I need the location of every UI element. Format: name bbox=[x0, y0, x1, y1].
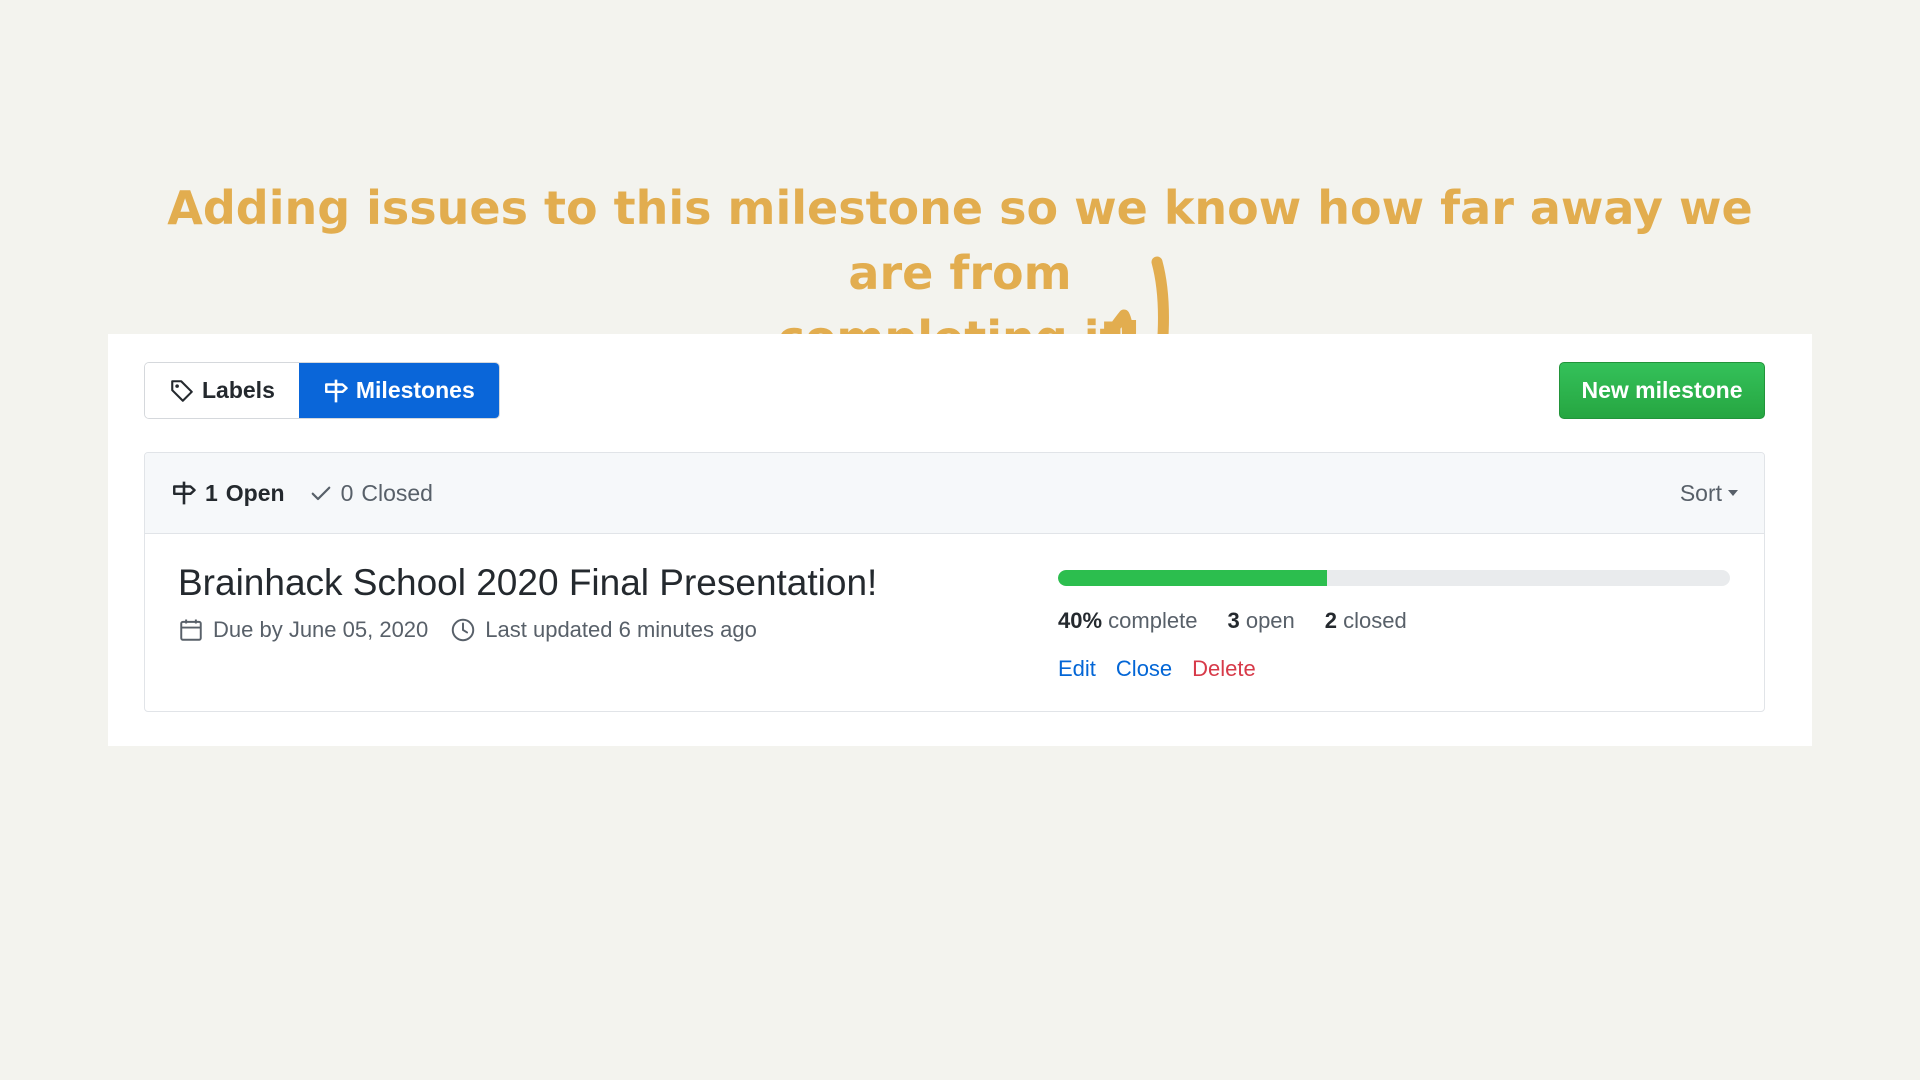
edit-link[interactable]: Edit bbox=[1058, 656, 1096, 682]
closed-issues: 2 closed bbox=[1325, 608, 1407, 634]
closed-label: Closed bbox=[361, 479, 433, 506]
closed-issues-label: closed bbox=[1343, 608, 1407, 633]
labels-milestones-tabs: Labels Milestones bbox=[144, 362, 500, 419]
clock-icon bbox=[452, 618, 475, 642]
tag-icon bbox=[171, 379, 193, 402]
new-milestone-button[interactable]: New milestone bbox=[1559, 362, 1765, 419]
milestones-list: 1 Open 0 Closed Sort Brainhack School 20… bbox=[144, 452, 1765, 712]
last-updated: Last updated 6 minutes ago bbox=[450, 617, 757, 643]
due-date-text: Due by June 05, 2020 bbox=[213, 617, 429, 642]
caret-down-icon bbox=[1728, 490, 1738, 496]
progress-bar bbox=[1058, 570, 1730, 586]
tab-labels[interactable]: Labels bbox=[145, 363, 299, 418]
check-icon bbox=[311, 486, 330, 501]
milestone-item: Brainhack School 2020 Final Presentation… bbox=[145, 534, 1764, 711]
open-count: 1 bbox=[205, 479, 218, 506]
tab-milestones[interactable]: Milestones bbox=[298, 363, 499, 418]
progress-bar-fill bbox=[1058, 570, 1327, 586]
closed-count: 0 bbox=[340, 479, 354, 506]
delete-link[interactable]: Delete bbox=[1192, 656, 1256, 682]
closed-issues-count: 2 bbox=[1324, 608, 1338, 633]
open-milestones-filter[interactable]: 1 Open bbox=[171, 480, 285, 507]
open-issues-count: 3 bbox=[1227, 608, 1240, 633]
milestone-actions: Edit Close Delete bbox=[1058, 656, 1256, 682]
milestone-icon bbox=[173, 481, 196, 505]
milestone-meta: Due by June 05, 2020 Last updated 6 minu… bbox=[178, 617, 779, 643]
closed-milestones-filter[interactable]: 0 Closed bbox=[309, 480, 433, 507]
open-issues-label: open bbox=[1245, 608, 1295, 633]
due-date: Due by June 05, 2020 bbox=[178, 617, 428, 643]
open-label: Open bbox=[225, 479, 285, 506]
percent-label: complete bbox=[1108, 608, 1198, 633]
percent-complete: 40% complete bbox=[1058, 608, 1197, 634]
list-header: 1 Open 0 Closed Sort bbox=[145, 453, 1764, 534]
sort-label: Sort bbox=[1679, 479, 1722, 506]
milestone-stats: 40% complete 3 open 2 closed bbox=[1058, 608, 1407, 634]
percent-value: 40% bbox=[1058, 608, 1103, 633]
milestones-panel: Labels Milestones New milestone 1 Open 0… bbox=[108, 334, 1812, 746]
open-issues: 3 open bbox=[1227, 608, 1294, 634]
annotation-line-1: Adding issues to this milestone so we kn… bbox=[167, 181, 1753, 300]
milestone-icon bbox=[324, 379, 348, 402]
tab-milestones-text: Milestones bbox=[355, 377, 475, 403]
calendar-icon bbox=[180, 619, 202, 641]
milestone-title[interactable]: Brainhack School 2020 Final Presentation… bbox=[178, 562, 877, 604]
tab-labels-text: Labels bbox=[202, 377, 275, 403]
sort-dropdown[interactable]: Sort bbox=[1680, 480, 1738, 507]
last-updated-text: Last updated 6 minutes ago bbox=[485, 617, 757, 642]
close-link[interactable]: Close bbox=[1116, 656, 1172, 682]
